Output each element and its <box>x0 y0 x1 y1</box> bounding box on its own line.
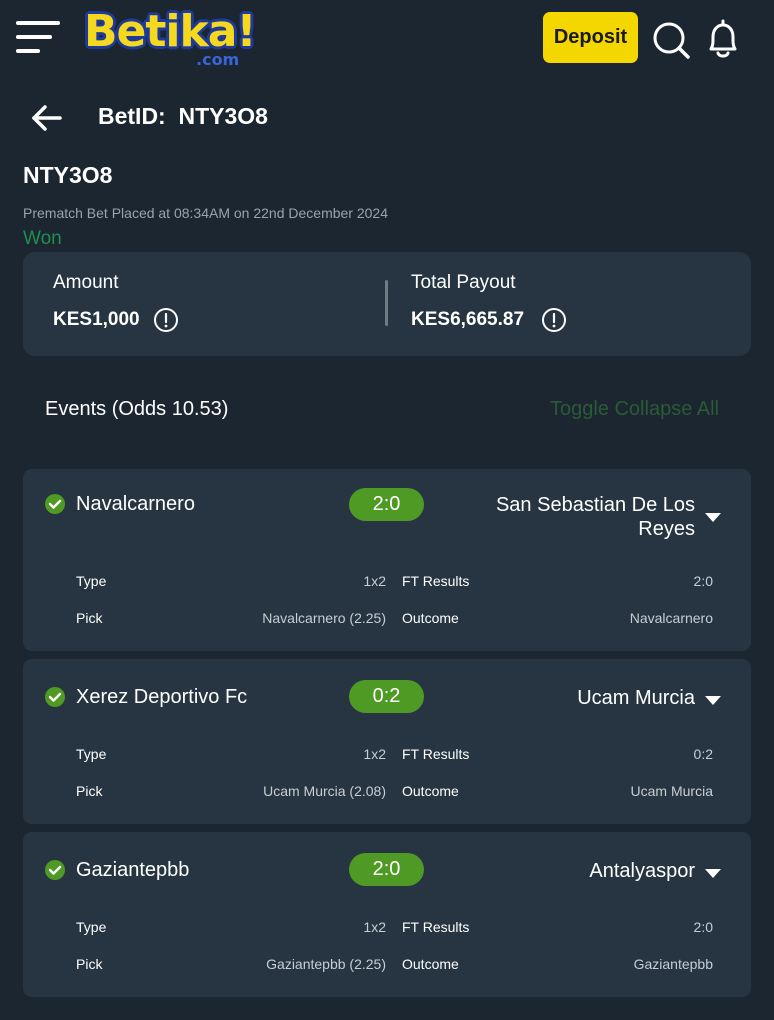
ft-results-label: FT Results <box>402 746 470 762</box>
divider <box>385 280 388 326</box>
outcome-label: Outcome <box>402 610 459 626</box>
events-title: Events (Odds 10.53) <box>45 398 229 420</box>
ft-results-label: FT Results <box>402 919 470 935</box>
payout-info-icon[interactable] <box>541 307 567 333</box>
amount-info-icon[interactable] <box>153 307 179 333</box>
score-badge: 0:2 <box>349 680 424 713</box>
away-team: Ucam Murcia <box>577 687 695 709</box>
chevron-down-icon[interactable] <box>705 510 721 522</box>
page-title: BetID: NTY3O8 <box>98 103 268 129</box>
pick-label: Pick <box>76 783 103 799</box>
type-value: 1x2 <box>363 573 386 589</box>
outcome-value: Gaziantepbb <box>633 956 713 972</box>
amount-label: Amount <box>53 272 119 293</box>
home-team: Xerez Deportivo Fc <box>76 686 248 708</box>
away-team: Antalyaspor <box>589 860 695 882</box>
won-check-icon <box>44 493 66 515</box>
outcome-label: Outcome <box>402 783 459 799</box>
betika-logo[interactable]: Betika! .com <box>84 6 257 72</box>
ft-results-value: 2:0 <box>693 573 713 589</box>
bet-status: Won <box>23 228 62 249</box>
chevron-down-icon[interactable] <box>705 866 721 878</box>
chevron-down-icon[interactable] <box>705 693 721 705</box>
amount-summary-card: Amount KES1,000 Total Payout KES6,665.87 <box>23 252 751 356</box>
hamburger-menu-icon[interactable] <box>14 18 62 58</box>
logo-domain: .com <box>196 50 240 69</box>
type-label: Type <box>76 746 107 762</box>
event-card[interactable]: Gaziantepbb 2:0 Antalyaspor Type 1x2 FT … <box>23 832 751 997</box>
ft-results-value: 0:2 <box>693 746 713 762</box>
total-payout-label: Total Payout <box>411 272 516 293</box>
deposit-button[interactable]: Deposit <box>543 12 638 63</box>
home-team: Gaziantepbb <box>76 859 190 881</box>
ft-results-label: FT Results <box>402 573 470 589</box>
ft-results-value: 2:0 <box>693 919 713 935</box>
pick-value: Gaziantepbb (2.25) <box>266 956 386 972</box>
notification-bell-icon[interactable] <box>703 19 743 61</box>
type-value: 1x2 <box>363 746 386 762</box>
pick-value: Navalcarnero (2.25) <box>262 610 386 626</box>
home-team: Navalcarnero <box>76 493 195 515</box>
won-check-icon <box>44 859 66 881</box>
pick-value: Ucam Murcia (2.08) <box>263 783 386 799</box>
bet-code: NTY3O8 <box>23 162 113 188</box>
search-icon[interactable] <box>651 20 691 60</box>
event-card[interactable]: Xerez Deportivo Fc 0:2 Ucam Murcia Type … <box>23 659 751 824</box>
amount-value: KES1,000 <box>53 309 140 330</box>
event-card[interactable]: Navalcarnero 2:0 San Sebastian De Los Re… <box>23 469 751 651</box>
score-badge: 2:0 <box>349 488 424 521</box>
won-check-icon <box>44 686 66 708</box>
pick-label: Pick <box>76 956 103 972</box>
toggle-collapse-all-button[interactable]: Toggle Collapse All <box>550 398 719 421</box>
type-value: 1x2 <box>363 919 386 935</box>
score-badge: 2:0 <box>349 853 424 886</box>
outcome-label: Outcome <box>402 956 459 972</box>
type-label: Type <box>76 573 107 589</box>
outcome-value: Navalcarnero <box>629 610 713 626</box>
type-label: Type <box>76 919 107 935</box>
top-bar: Betika! .com Deposit <box>0 0 774 80</box>
bet-placed-info: Prematch Bet Placed at 08:34AM on 22nd D… <box>23 205 388 221</box>
pick-label: Pick <box>76 610 103 626</box>
away-team: San Sebastian De Los Reyes <box>495 494 695 540</box>
outcome-value: Ucam Murcia <box>630 783 713 799</box>
back-arrow-icon[interactable] <box>28 100 64 136</box>
total-payout-value: KES6,665.87 <box>411 309 525 330</box>
